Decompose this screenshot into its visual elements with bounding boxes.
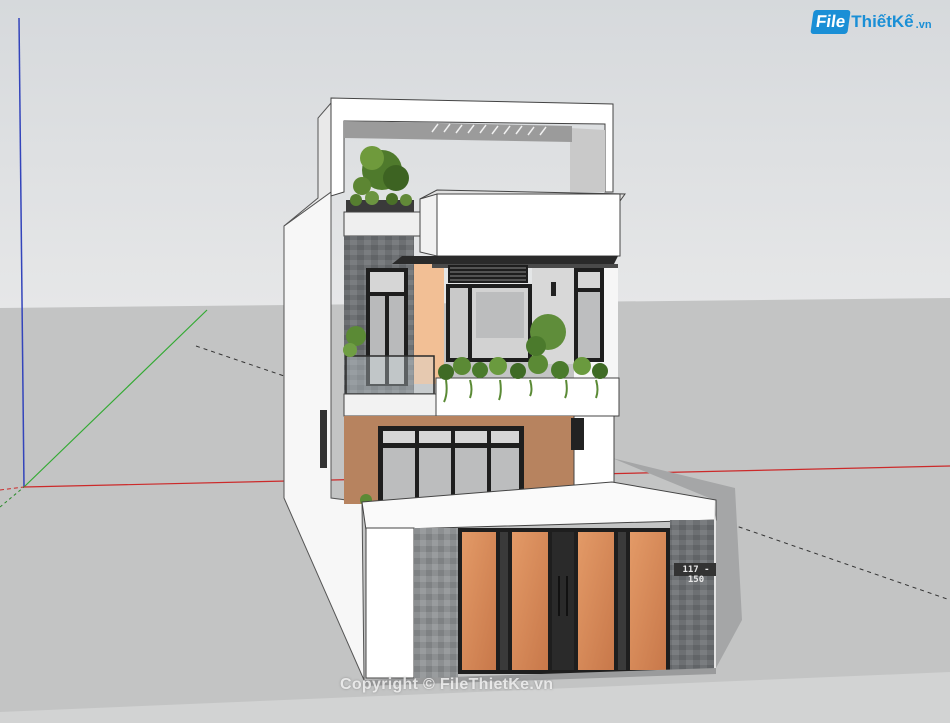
- wall-lamp: [551, 282, 556, 296]
- window-center-2f: [446, 284, 532, 362]
- ground-floor-small-window: [571, 418, 584, 450]
- balcony-railing: [345, 355, 435, 395]
- fence-pillar-left: [365, 527, 415, 679]
- main-gate: [458, 528, 670, 674]
- filethietke-logo: File ThiếtKế .vn: [810, 10, 932, 34]
- upper-box: [436, 193, 621, 257]
- roof-frame-shade: [570, 128, 605, 192]
- logo-box-text: File: [810, 10, 851, 34]
- planter-box: [435, 377, 620, 417]
- side-window: [320, 410, 327, 468]
- sketchup-scene: [0, 0, 950, 723]
- house-number: 117 - 150: [682, 565, 710, 585]
- upper-box-side: [419, 193, 438, 257]
- awning: [392, 256, 618, 264]
- third-floor-slab-left: [343, 211, 433, 237]
- logo-ext-text: .vn: [915, 19, 932, 31]
- vent-louver: [448, 265, 528, 283]
- fence-stone-right: [670, 520, 714, 670]
- logo-name-text: ThiếtKế: [851, 12, 914, 31]
- copyright-watermark: Copyright © FileThietKe.vn: [340, 676, 554, 693]
- fence-stone-left: [414, 528, 458, 678]
- balcony-slab: [343, 393, 437, 417]
- window-right-2f: [574, 268, 604, 362]
